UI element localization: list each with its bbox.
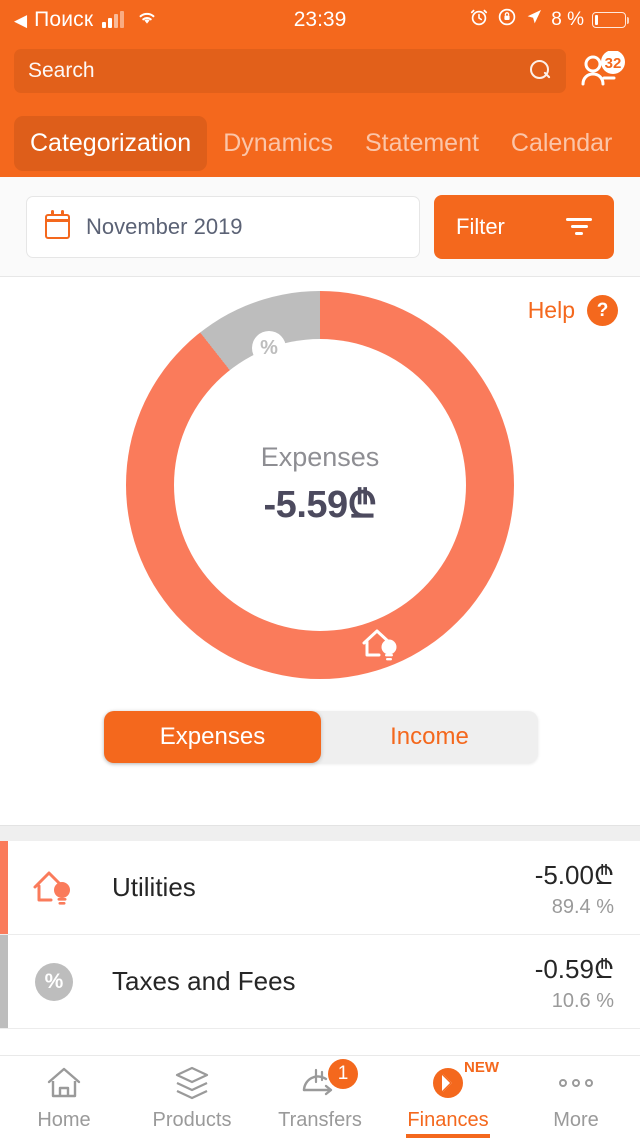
transfers-badge: 1 <box>328 1058 358 1089</box>
location-arrow-icon <box>525 8 543 32</box>
status-bar-left: ◀ Поиск <box>14 8 159 32</box>
row-amount: -5.00₾ <box>534 860 614 890</box>
tab-label: Transfers <box>278 1108 362 1131</box>
row-label: Taxes and Fees <box>112 966 296 996</box>
status-bar-right: 8 % <box>469 7 630 33</box>
help-row[interactable]: Help ? <box>528 295 618 326</box>
alarm-clock-icon <box>469 7 489 33</box>
table-row[interactable]: % Taxes and Fees -0.59₾ 10.6 % <box>0 935 640 1029</box>
period-selector[interactable]: November 2019 <box>26 195 420 258</box>
donut-center: Expenses -5.59₾ <box>174 339 466 631</box>
tab-label: Home <box>37 1108 91 1131</box>
layers-icon <box>170 1063 214 1103</box>
period-label: November 2019 <box>86 213 243 239</box>
tab-categorization[interactable]: Categorization <box>14 115 208 171</box>
search-input[interactable]: Search <box>14 49 566 93</box>
tab-dynamics[interactable]: Dynamics <box>207 116 349 171</box>
finances-icon: NEW <box>427 1059 499 1103</box>
toggle-income[interactable]: Income <box>321 711 538 763</box>
row-values: -5.00₾ 89.4 % <box>535 856 640 919</box>
tab-label: Statement <box>364 128 479 157</box>
tab-label: Finances <box>407 1108 489 1131</box>
table-row[interactable]: Utilities -5.00₾ 89.4 % <box>0 841 640 935</box>
house-bulb-icon <box>26 865 82 911</box>
percent-icon: % <box>26 962 82 1001</box>
question-mark-icon[interactable]: ? <box>587 295 618 326</box>
help-label: Help <box>527 297 575 323</box>
tab-label: Categorization <box>30 128 192 157</box>
row-percent: 10.6 % <box>551 990 614 1012</box>
transfer-icon: 1 <box>298 1058 358 1103</box>
contacts-badge-count: 32 <box>605 55 622 72</box>
row-percent: 89.4 % <box>551 896 614 918</box>
donut-center-value: -5.59₾ <box>263 483 377 526</box>
toggle-label: Income <box>390 723 469 750</box>
finances-new-tag: NEW <box>464 1058 499 1076</box>
chart-card: Help ? Expenses -5.59₾ % Expenses Income <box>0 277 640 825</box>
bottom-tab-bar[interactable]: Home Products 1 Transfers NEW Finances M… <box>0 1055 640 1138</box>
status-bar: ◀ Поиск 23:39 8 % <box>0 0 640 40</box>
tab-home[interactable]: Home <box>0 1056 128 1138</box>
percent-icon: % <box>252 331 286 365</box>
tab-finances[interactable]: NEW Finances <box>384 1056 512 1138</box>
row-values: -0.59₾ 10.6 % <box>535 950 640 1013</box>
row-amount: -0.59₾ <box>534 954 614 984</box>
donut-center-title: Expenses <box>260 441 380 472</box>
filter-lines-icon <box>566 218 592 235</box>
wifi-icon <box>135 8 159 32</box>
header-tabs[interactable]: Categorization Dynamics Statement Calend… <box>14 93 626 177</box>
calendar-icon <box>44 210 71 239</box>
row-color-stripe <box>0 935 8 1028</box>
tab-transfers[interactable]: 1 Transfers <box>256 1056 384 1138</box>
expenses-donut-chart[interactable]: Expenses -5.59₾ % <box>126 291 514 679</box>
battery-percent-label: 8 % <box>551 9 584 30</box>
tab-products[interactable]: Products <box>128 1056 256 1138</box>
row-color-stripe <box>0 841 8 934</box>
search-row: Search 32 <box>14 40 626 93</box>
filter-bar: November 2019 Filter <box>0 177 640 277</box>
signal-bars-icon <box>102 11 125 28</box>
battery-icon <box>592 12 630 28</box>
app-header: Search 32 Categorization Dynamics Statem… <box>0 40 640 177</box>
status-bar-back-label[interactable]: Поиск <box>34 8 93 32</box>
tab-label: More <box>553 1108 599 1131</box>
filter-button[interactable]: Filter <box>434 194 614 259</box>
tab-label: Calendar <box>510 128 613 157</box>
rotation-lock-icon <box>497 7 517 33</box>
more-dots-icon <box>559 1063 593 1103</box>
tab-more[interactable]: More <box>512 1056 640 1138</box>
toggle-expenses[interactable]: Expenses <box>104 711 321 763</box>
tab-label: Dynamics <box>223 128 333 157</box>
search-placeholder: Search <box>28 59 95 82</box>
donut-ring[interactable]: Expenses -5.59₾ <box>126 291 514 679</box>
tab-statement[interactable]: Statement <box>349 116 495 171</box>
contacts-icon[interactable]: 32 <box>580 50 626 91</box>
toggle-label: Expenses <box>159 723 266 750</box>
search-icon[interactable] <box>530 60 552 82</box>
tab-label: Products <box>152 1108 232 1131</box>
triangle-left-icon[interactable]: ◀ <box>14 12 27 29</box>
home-icon <box>44 1063 84 1103</box>
list-separator <box>0 825 640 841</box>
expenses-income-toggle[interactable]: Expenses Income <box>104 711 538 763</box>
row-label: Utilities <box>112 872 196 902</box>
house-bulb-icon <box>358 623 404 670</box>
tab-calendar[interactable]: Calendar <box>495 116 626 171</box>
filter-button-label: Filter <box>456 213 505 239</box>
